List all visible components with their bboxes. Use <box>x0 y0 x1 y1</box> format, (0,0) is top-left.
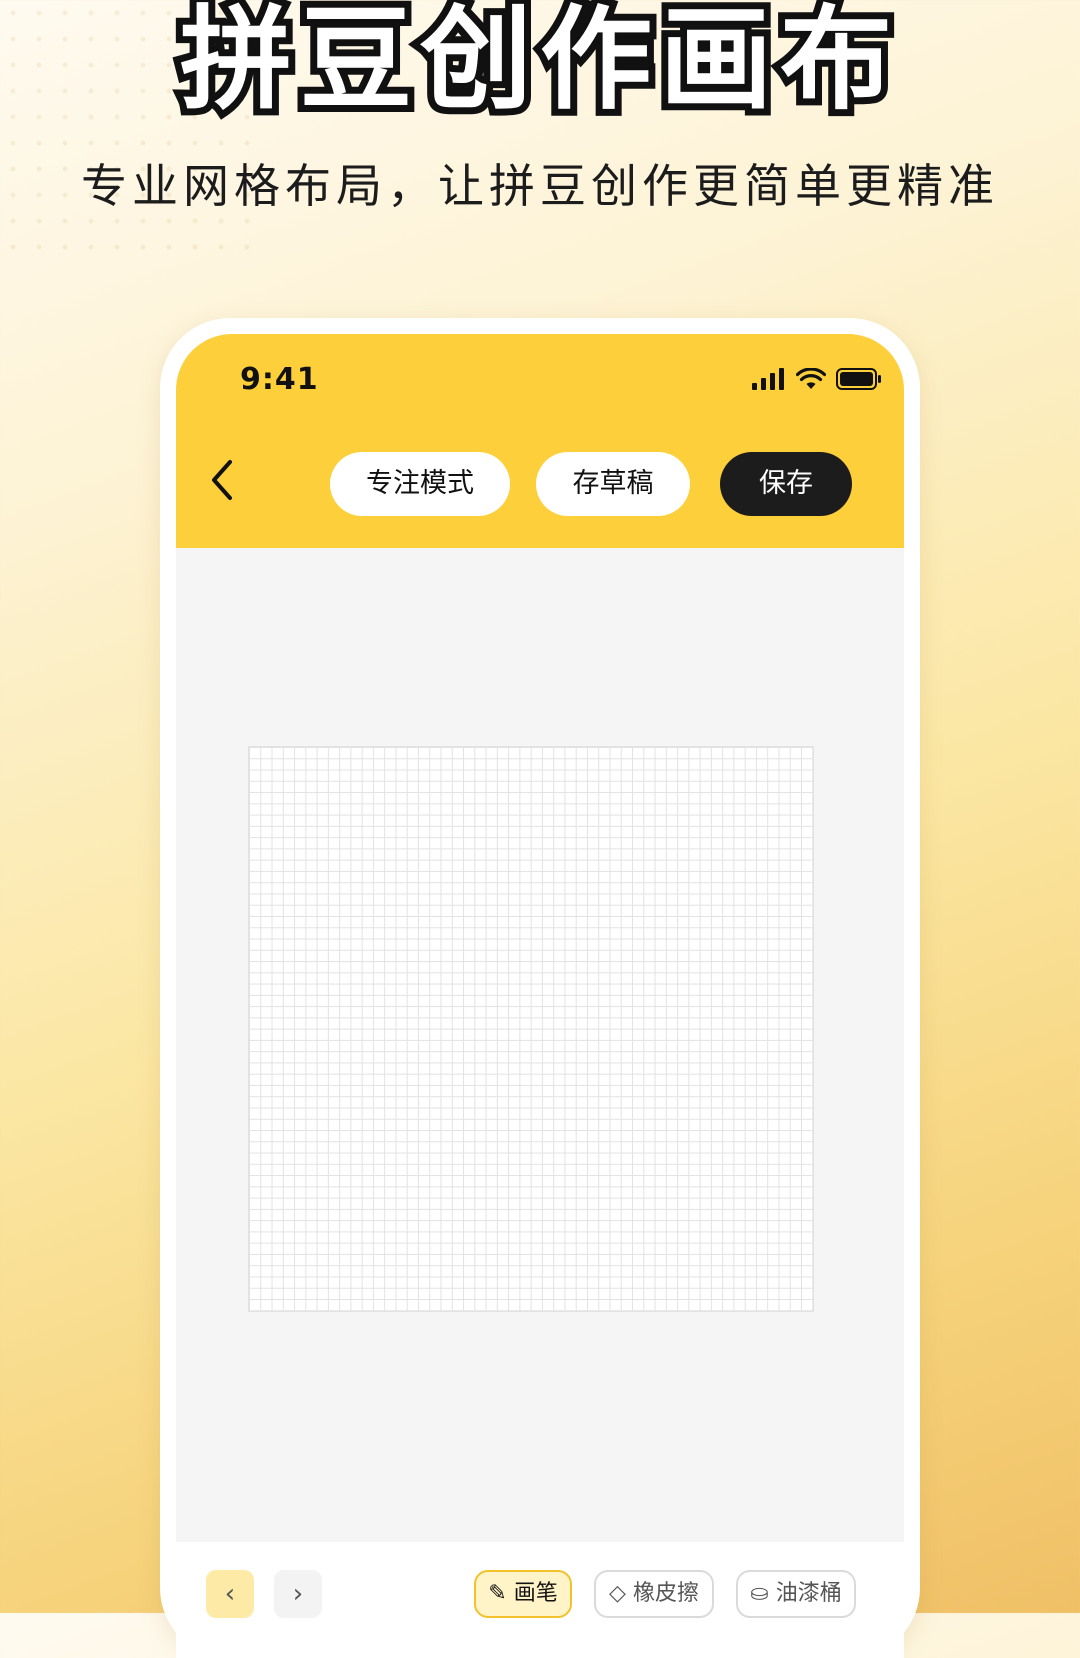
undo-icon: ‹ <box>224 1579 236 1609</box>
status-icons <box>752 368 882 390</box>
focus-mode-button[interactable]: 专注模式 <box>330 452 510 516</box>
bucket-tool-label: 油漆桶 <box>775 1581 842 1606</box>
redo-button[interactable]: › <box>274 1570 322 1618</box>
phone-mockup: 9:41 专注模式 存草稿 保存 ‹ › ✎ 画笔 ◇ 橡皮擦 ⛀ 油漆桶 <box>160 318 920 1658</box>
eraser-tool-button[interactable]: ◇ 橡皮擦 <box>594 1570 714 1618</box>
redo-icon: › <box>292 1579 304 1609</box>
bottom-tool-panel: ‹ › ✎ 画笔 ◇ 橡皮擦 ⛀ 油漆桶 <box>176 1542 904 1658</box>
bucket-tool-button[interactable]: ⛀ 油漆桶 <box>736 1570 856 1618</box>
pen-tool-label: 画笔 <box>513 1581 558 1606</box>
pen-tool-button[interactable]: ✎ 画笔 <box>474 1570 572 1618</box>
undo-button[interactable]: ‹ <box>206 1570 254 1618</box>
signal-icon <box>752 368 784 390</box>
wifi-icon <box>796 368 826 389</box>
bucket-icon: ⛀ <box>750 1581 769 1606</box>
pen-icon: ✎ <box>488 1581 507 1606</box>
app-header: 9:41 专注模式 存草稿 保存 <box>176 334 904 548</box>
back-button[interactable] <box>202 456 242 504</box>
eraser-icon: ◇ <box>609 1581 626 1606</box>
chevron-left-icon <box>212 460 232 500</box>
status-time: 9:41 <box>240 362 319 397</box>
promo-headline: 拼豆创作画布 <box>173 0 900 127</box>
promo-subtitle: 专业网格布局，让拼豆创作更简单更精准 <box>81 159 999 213</box>
save-button[interactable]: 保存 <box>720 452 852 516</box>
eraser-tool-label: 橡皮擦 <box>632 1581 699 1606</box>
save-draft-button[interactable]: 存草稿 <box>536 452 690 516</box>
phone-screen: 9:41 专注模式 存草稿 保存 ‹ › ✎ 画笔 ◇ 橡皮擦 ⛀ 油漆桶 <box>176 334 904 1658</box>
battery-icon <box>836 368 881 390</box>
bead-grid-canvas[interactable] <box>248 746 814 1312</box>
